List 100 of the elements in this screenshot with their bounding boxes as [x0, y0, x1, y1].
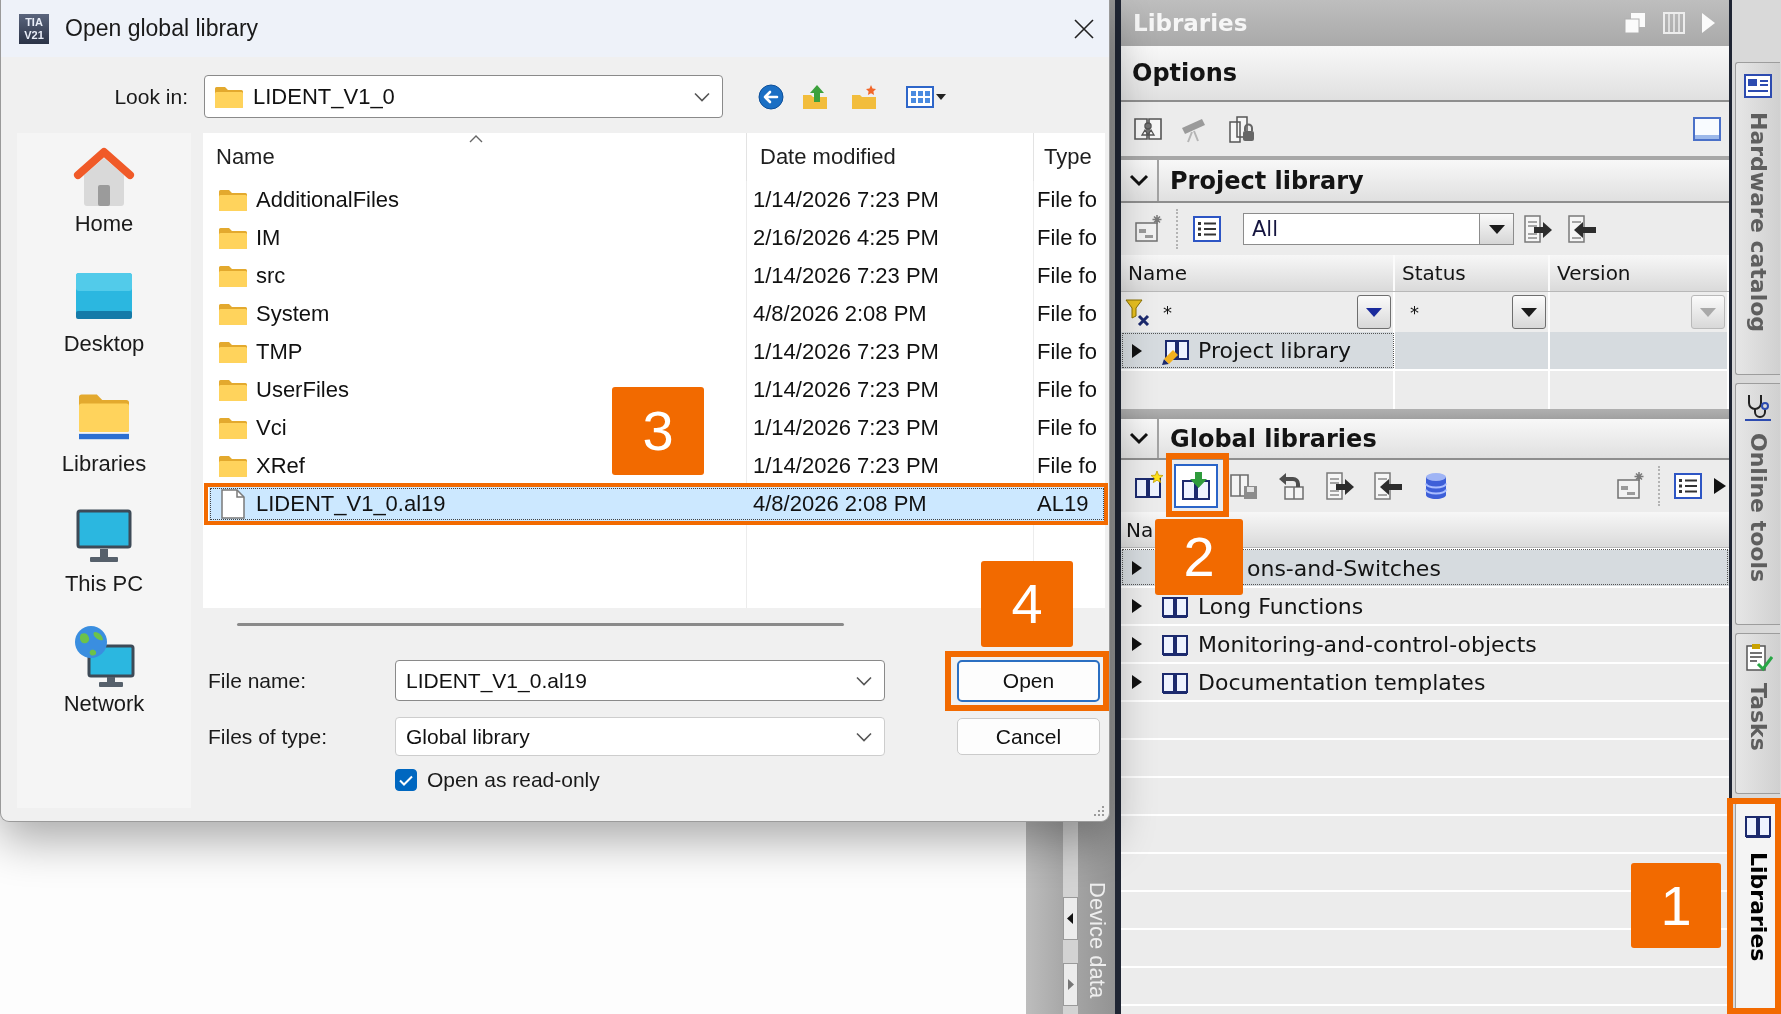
- side-tab[interactable]: Tasks: [1735, 633, 1780, 795]
- chevron-down-icon[interactable]: [1129, 432, 1149, 445]
- date-modified: 1/14/2026 7:23 PM: [753, 377, 939, 403]
- column-header[interactable]: Status: [1395, 255, 1550, 291]
- view-menu-icon[interactable]: [906, 83, 946, 110]
- places-item[interactable]: Network: [24, 621, 184, 741]
- tree-label: Documentation templates: [1198, 669, 1486, 695]
- file-name[interactable]: XRef: [256, 453, 305, 479]
- caret-right-icon[interactable]: [1132, 343, 1142, 358]
- folder-sparkle-icon[interactable]: [1615, 471, 1645, 501]
- caret-right-icon[interactable]: [1132, 637, 1142, 651]
- file-name[interactable]: System: [256, 301, 330, 327]
- date-modified: 2/16/2026 4:25 PM: [753, 225, 939, 251]
- caret-down-icon: [1700, 307, 1716, 317]
- side-tab[interactable]: Online tools: [1735, 383, 1780, 626]
- caret-down-icon[interactable]: [1488, 224, 1505, 234]
- chevron-down-icon[interactable]: [856, 731, 872, 742]
- places-item[interactable]: This PC: [24, 501, 184, 621]
- field-label: File name:: [207, 668, 308, 693]
- look-in-dropdown[interactable]: LIDENT_V1_0: [204, 75, 723, 118]
- highlight-frame: [1166, 453, 1229, 517]
- caret-right-icon[interactable]: [1132, 599, 1142, 613]
- list-icon[interactable]: [1673, 471, 1703, 501]
- caret-down-icon[interactable]: [1366, 307, 1382, 317]
- horizontal-scrollbar[interactable]: [237, 623, 844, 626]
- documents-lock-icon[interactable]: [1227, 114, 1257, 144]
- folder-star-icon[interactable]: [851, 83, 877, 110]
- tree-item[interactable]: Monitoring-and-control-objects: [1121, 624, 1729, 662]
- checkmark-icon: [399, 774, 413, 786]
- file-name[interactable]: LIDENT_V1_0.al19: [256, 491, 446, 517]
- book-star-icon[interactable]: [1133, 471, 1163, 501]
- window-title: Open global library: [65, 15, 259, 42]
- resize-grip-icon[interactable]: [1092, 804, 1104, 816]
- column-header[interactable]: Version: [1550, 255, 1729, 291]
- sort-caret-icon: [469, 135, 483, 143]
- checkbox-label[interactable]: Open as read-only: [427, 768, 600, 792]
- caret-right-icon[interactable]: [1132, 561, 1142, 575]
- folder-sparkle-icon[interactable]: [1133, 214, 1163, 244]
- folder-icon: [79, 392, 129, 440]
- book-curved-arrow-icon[interactable]: [1277, 471, 1307, 501]
- folder-icon: [219, 189, 247, 211]
- panel-title: Libraries: [1133, 10, 1248, 36]
- dialog-button[interactable]: Cancel: [957, 718, 1100, 755]
- file-name[interactable]: src: [256, 263, 286, 289]
- filter-value[interactable]: *: [1410, 301, 1419, 323]
- folder-up-arrow-icon[interactable]: [802, 83, 828, 110]
- chevron-down-icon[interactable]: [856, 675, 872, 686]
- folder-icon: [219, 417, 247, 439]
- checkbox[interactable]: [395, 769, 417, 791]
- dropdown-button[interactable]: [1512, 295, 1546, 329]
- document-right-arrow-icon[interactable]: [1325, 471, 1355, 501]
- file-row[interactable]: LIDENT_V1_0.al19 4/8/2026 2:08 PM AL19: [209, 487, 1105, 521]
- caret-right-icon[interactable]: [1132, 675, 1142, 689]
- date-modified: 4/8/2026 2:08 PM: [753, 491, 927, 517]
- date-modified: 1/14/2026 7:23 PM: [753, 453, 939, 479]
- books-disk-icon[interactable]: [1229, 471, 1259, 501]
- places-item[interactable]: Home: [24, 141, 184, 261]
- places-item[interactable]: Libraries: [24, 381, 184, 501]
- dialog-button[interactable]: Open: [957, 659, 1100, 702]
- file-name[interactable]: AdditionalFiles: [256, 187, 400, 213]
- filter-value[interactable]: *: [1163, 301, 1172, 323]
- file-name[interactable]: UserFiles: [256, 377, 349, 403]
- document-left-arrow-icon[interactable]: [1567, 214, 1597, 244]
- file-name[interactable]: TMP: [256, 339, 303, 365]
- filter-dropdown[interactable]: All: [1243, 213, 1514, 245]
- chevron-down-icon[interactable]: [1129, 174, 1149, 187]
- tree-item[interactable]: Documentation templates: [1121, 662, 1729, 700]
- close-icon[interactable]: [1074, 18, 1094, 39]
- step-callout: 3: [612, 387, 704, 475]
- globe-computer-icon: [73, 624, 135, 688]
- right-triangle-icon[interactable]: [1714, 478, 1726, 494]
- catalog-icon: [1743, 71, 1773, 101]
- file-type: File fo: [1037, 187, 1097, 213]
- column-header[interactable]: Name: [203, 133, 746, 181]
- step-callout: 4: [981, 561, 1073, 647]
- file-type: File fo: [1037, 339, 1097, 365]
- side-tab[interactable]: Hardware catalog: [1735, 62, 1780, 376]
- clipboard-check-icon: [1743, 642, 1773, 673]
- document-left-arrow-icon[interactable]: [1373, 471, 1403, 501]
- file-name[interactable]: Vci: [256, 415, 287, 441]
- file-type: File fo: [1037, 225, 1097, 251]
- folder-icon: [219, 303, 247, 325]
- list-icon[interactable]: [1192, 214, 1222, 244]
- dropdown-button[interactable]: [1357, 295, 1391, 329]
- chevron-down-icon[interactable]: [694, 91, 710, 102]
- places-item[interactable]: Desktop: [24, 261, 184, 381]
- document-icon: [221, 489, 245, 519]
- file-type-dropdown[interactable]: Global library: [395, 717, 885, 756]
- field-label: Look in:: [113, 84, 188, 109]
- filter-clear-icon[interactable]: [1125, 298, 1151, 326]
- file-type: AL19: [1037, 491, 1089, 517]
- file-name[interactable]: IM: [256, 225, 281, 251]
- app-logo: TIA V21: [19, 13, 49, 44]
- window-icon[interactable]: [1692, 114, 1722, 144]
- tree-label: Long Functions: [1198, 593, 1364, 619]
- caret-down-icon[interactable]: [1521, 307, 1537, 317]
- file-name-field[interactable]: LIDENT_V1_0.al19: [395, 660, 885, 701]
- tree-item[interactable]: Project library: [1121, 332, 1395, 369]
- column-header[interactable]: Name: [1121, 255, 1395, 291]
- document-right-arrow-icon[interactable]: [1523, 214, 1553, 244]
